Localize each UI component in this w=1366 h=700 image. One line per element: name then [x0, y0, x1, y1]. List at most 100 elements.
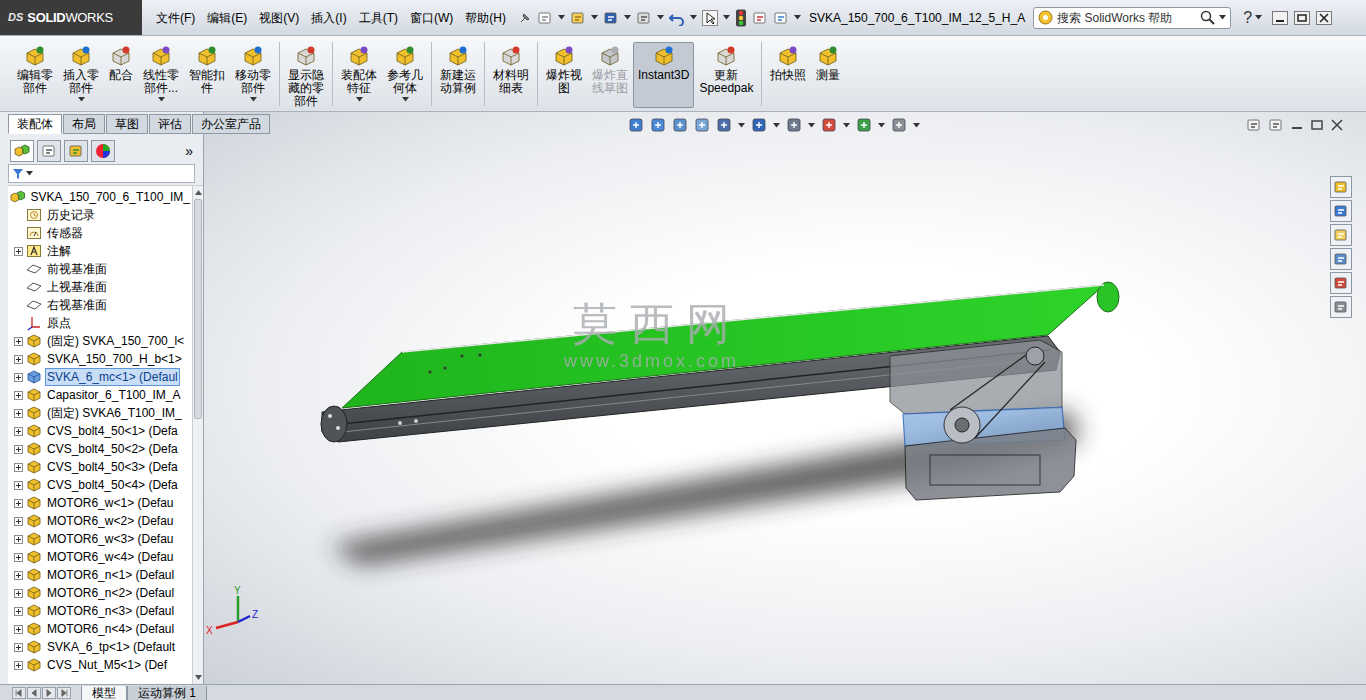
- expand-icon[interactable]: [14, 625, 23, 634]
- task-pane-tab[interactable]: [1330, 200, 1352, 222]
- task-pane-tab[interactable]: [1330, 176, 1352, 198]
- command-button[interactable]: 更新Speedpak: [694, 42, 758, 108]
- configuration-icon[interactable]: [68, 143, 84, 159]
- tree-item[interactable]: CVS_bolt4_50<1> (Defa: [8, 422, 192, 440]
- dropdown-icon[interactable]: [1255, 15, 1262, 20]
- dropdown-icon[interactable]: [558, 15, 565, 20]
- command-button[interactable]: 材料明细表: [488, 42, 534, 108]
- minimize-icon[interactable]: [1272, 11, 1288, 25]
- expand-icon[interactable]: [14, 607, 23, 616]
- tab-nav-icon[interactable]: [57, 687, 71, 699]
- task-pane-icon[interactable]: [1333, 203, 1349, 219]
- tree-item[interactable]: CVS_bolt4_50<3> (Defa: [8, 458, 192, 476]
- task-pane-icon[interactable]: [1333, 179, 1349, 195]
- tab-nav-icon[interactable]: [27, 687, 41, 699]
- dropdown-icon[interactable]: [1219, 15, 1226, 20]
- scroll-down-icon[interactable]: [194, 673, 203, 682]
- expand-icon[interactable]: [14, 427, 23, 436]
- expand-icon[interactable]: [14, 571, 23, 580]
- tree-item[interactable]: 上视基准面: [8, 278, 192, 296]
- save-icon[interactable]: [603, 10, 619, 26]
- tree-item[interactable]: MOTOR6_w<4> (Defau: [8, 548, 192, 566]
- tree-item[interactable]: (固定) SVKA6_T100_IM_: [8, 404, 192, 422]
- tile-right-icon[interactable]: [1268, 117, 1284, 133]
- tree-item[interactable]: MOTOR6_n<4> (Defaul: [8, 620, 192, 638]
- expand-icon[interactable]: [14, 553, 23, 562]
- tab-nav-icon[interactable]: [12, 687, 26, 699]
- dropdown-icon[interactable]: [843, 123, 850, 128]
- close-icon[interactable]: [1316, 11, 1332, 25]
- task-pane-icon[interactable]: [1333, 227, 1349, 243]
- tree-item[interactable]: CVS_bolt4_50<2> (Defa: [8, 440, 192, 458]
- options-icon[interactable]: [773, 10, 789, 26]
- expand-icon[interactable]: [14, 355, 23, 364]
- dropdown-icon[interactable]: [657, 15, 664, 20]
- menu-item[interactable]: 编辑(E): [201, 9, 253, 27]
- dropdown-icon[interactable]: [356, 97, 363, 102]
- expand-icon[interactable]: [14, 643, 23, 652]
- dropdown-icon[interactable]: [402, 97, 409, 102]
- task-pane-tab[interactable]: [1330, 224, 1352, 246]
- magnifier-icon[interactable]: [1200, 10, 1215, 25]
- expand-icon[interactable]: [14, 481, 23, 490]
- command-button[interactable]: 编辑零部件: [12, 42, 58, 108]
- menu-item[interactable]: 窗口(W): [404, 9, 459, 27]
- menu-item[interactable]: 插入(I): [305, 9, 352, 27]
- help-button[interactable]: ?: [1243, 6, 1252, 30]
- tree-item[interactable]: 注解: [8, 242, 192, 260]
- tile-left-icon[interactable]: [1246, 117, 1262, 133]
- expand-icon[interactable]: [14, 391, 23, 400]
- select-icon[interactable]: [702, 10, 718, 26]
- tree-item[interactable]: CVS_Nut_M5<1> (Def: [8, 656, 192, 674]
- tree-item[interactable]: 传感器: [8, 224, 192, 242]
- expand-icon[interactable]: [14, 445, 23, 454]
- zoom-fit-icon[interactable]: [628, 117, 644, 133]
- expand-icon[interactable]: [14, 247, 23, 256]
- command-button[interactable]: 显示隐藏的零部件: [283, 42, 329, 109]
- tree-item[interactable]: MOTOR6_n<1> (Defaul: [8, 566, 192, 584]
- tree-item[interactable]: Capasitor_6_T100_IM_A: [8, 386, 192, 404]
- zoom-area-icon[interactable]: [650, 117, 666, 133]
- open-icon[interactable]: [570, 10, 586, 26]
- task-pane-icon[interactable]: [1333, 275, 1349, 291]
- previous-view-icon[interactable]: [672, 117, 688, 133]
- dropdown-icon[interactable]: [624, 15, 631, 20]
- command-button[interactable]: 智能扣件: [184, 42, 230, 108]
- panel-more-button[interactable]: »: [185, 141, 193, 162]
- tree-item[interactable]: MOTOR6_w<3> (Defau: [8, 530, 192, 548]
- dropdown-icon[interactable]: [808, 123, 815, 128]
- menu-item[interactable]: 帮助(H): [459, 9, 512, 27]
- scene-icon[interactable]: [856, 117, 872, 133]
- dropdown-icon[interactable]: [690, 15, 697, 20]
- viewport-close-icon[interactable]: [1330, 118, 1344, 132]
- command-tab[interactable]: 布局: [63, 114, 105, 134]
- tree-item[interactable]: MOTOR6_n<3> (Defaul: [8, 602, 192, 620]
- command-button[interactable]: 移动零部件: [230, 42, 276, 108]
- print-icon[interactable]: [636, 10, 652, 26]
- tree-item[interactable]: MOTOR6_w<2> (Defau: [8, 512, 192, 530]
- command-button[interactable]: 测量: [811, 42, 845, 108]
- expand-icon[interactable]: [14, 337, 23, 346]
- tree-scrollbar[interactable]: [192, 186, 203, 684]
- expand-icon[interactable]: [14, 589, 23, 598]
- model-viewport[interactable]: YXZ: [204, 112, 1366, 684]
- tab-nav-icon[interactable]: [42, 687, 56, 699]
- command-button[interactable]: 配合: [104, 42, 138, 108]
- expand-icon[interactable]: [14, 499, 23, 508]
- viewport-minimize-icon[interactable]: [1290, 118, 1304, 132]
- display-style-icon[interactable]: [751, 117, 767, 133]
- task-pane-icon[interactable]: [1333, 299, 1349, 315]
- undo-icon[interactable]: [669, 10, 685, 26]
- file-properties-icon[interactable]: [752, 10, 768, 26]
- menu-item[interactable]: 工具(T): [353, 9, 404, 27]
- command-button[interactable]: 拍快照: [765, 42, 811, 108]
- tree-item[interactable]: SVKA_6_mc<1> (Defaul: [8, 368, 192, 386]
- rebuild-icon[interactable]: [735, 9, 747, 27]
- filter-bar[interactable]: [8, 164, 195, 183]
- dropdown-icon[interactable]: [78, 97, 85, 102]
- pin-icon[interactable]: [518, 11, 532, 25]
- dropdown-icon[interactable]: [913, 123, 920, 128]
- menu-item[interactable]: 文件(F): [150, 9, 201, 27]
- command-tab[interactable]: 草图: [106, 114, 148, 134]
- panel-tab[interactable]: [10, 140, 34, 162]
